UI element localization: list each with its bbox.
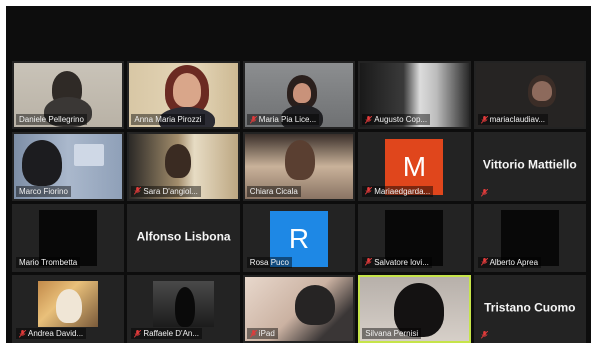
participant-name: Daniele Pellegrino — [16, 114, 87, 126]
participant-name: Mariaedgarda... — [362, 185, 434, 197]
video-tile-mariaedgarda[interactable]: M Mariaedgarda... — [358, 132, 471, 201]
participant-name: Anna Maria Pirozzi — [131, 114, 205, 126]
video-tile-alfonso[interactable]: Alfonso Lisbona — [127, 203, 240, 272]
participant-display-name: Alfonso Lisbona — [136, 229, 231, 244]
mic-muted-icon — [249, 115, 257, 124]
mic-muted-icon — [480, 258, 488, 266]
participant-name: Raffaele D'An... — [131, 328, 203, 339]
video-tile-rosa[interactable]: R Rosa Puco — [242, 203, 356, 272]
video-tile-vittorio[interactable]: Vittorio Mattiello — [473, 132, 586, 201]
video-tile-salvatore[interactable]: Salvatore lovi... — [358, 203, 471, 272]
gallery-grid: Daniele Pellegrino Anna Maria Pirozzi Ma… — [12, 61, 586, 343]
video-tile-anna-maria[interactable]: Anna Maria Pirozzi — [127, 61, 240, 130]
video-tile-chiara[interactable]: Chiara Cicala — [242, 132, 356, 201]
participant-display-name: Tristano Cuomo — [484, 300, 576, 315]
mic-muted-icon — [365, 187, 373, 195]
mic-muted-icon — [134, 187, 142, 195]
video-tile-sara[interactable]: Sara D'angiol... — [127, 132, 240, 201]
participant-name: Chiara Cicala — [246, 185, 301, 197]
participant-name: Marco Fiorino — [16, 185, 71, 197]
participant-status — [478, 331, 491, 339]
participant-name: Alberto Aprea — [477, 256, 542, 268]
mic-muted-icon — [365, 115, 373, 124]
video-tile-alberto[interactable]: Alberto Aprea — [473, 203, 586, 272]
video-tile-daniele[interactable]: Daniele Pellegrino — [12, 61, 125, 130]
mic-muted-icon — [134, 329, 142, 338]
participant-name: Sara D'angiol... — [131, 185, 201, 197]
participant-name: Andrea David... — [16, 328, 87, 339]
participant-name: Mario Trombetta — [16, 256, 81, 268]
participant-name: Salvatore lovi... — [362, 256, 432, 268]
participant-display-name: Vittorio Mattiello — [482, 157, 577, 172]
video-tile-mario[interactable]: Mario Trombetta — [12, 203, 125, 272]
video-tile-andrea[interactable]: Andrea David... — [12, 274, 125, 343]
video-feed — [38, 280, 99, 327]
participant-status — [478, 188, 491, 197]
mic-muted-icon — [249, 329, 257, 338]
participant-name: Rosa Puco — [246, 256, 292, 268]
participant-name: Maria Pia Lice... — [246, 114, 320, 126]
video-tile-raffaele[interactable]: Raffaele D'An... — [127, 274, 240, 343]
mic-muted-icon — [19, 329, 26, 338]
participant-name: iPad — [246, 328, 278, 339]
mic-muted-icon — [480, 188, 488, 197]
participant-name: Silvana Pernisi — [362, 328, 422, 339]
video-tile-silvana[interactable]: Silvana Pernisi — [358, 274, 471, 343]
participant-name: Augusto Cop... — [362, 114, 431, 126]
participant-name: mariaclaudiav... — [477, 114, 549, 126]
mic-muted-icon — [480, 115, 488, 124]
mic-muted-icon — [365, 258, 373, 266]
mic-muted-icon — [480, 331, 488, 339]
video-feed — [153, 280, 214, 327]
video-tile-marco[interactable]: Marco Fiorino — [12, 132, 125, 201]
meeting-window: Daniele Pellegrino Anna Maria Pirozzi Ma… — [6, 6, 591, 343]
video-tile-maria-pia[interactable]: Maria Pia Lice... — [242, 61, 356, 130]
video-tile-augusto[interactable]: Augusto Cop... — [358, 61, 471, 130]
video-tile-mariaclaudia[interactable]: mariaclaudiav... — [473, 61, 586, 130]
video-tile-tristano[interactable]: Tristano Cuomo — [473, 274, 586, 343]
video-tile-ipad[interactable]: iPad — [242, 274, 356, 343]
